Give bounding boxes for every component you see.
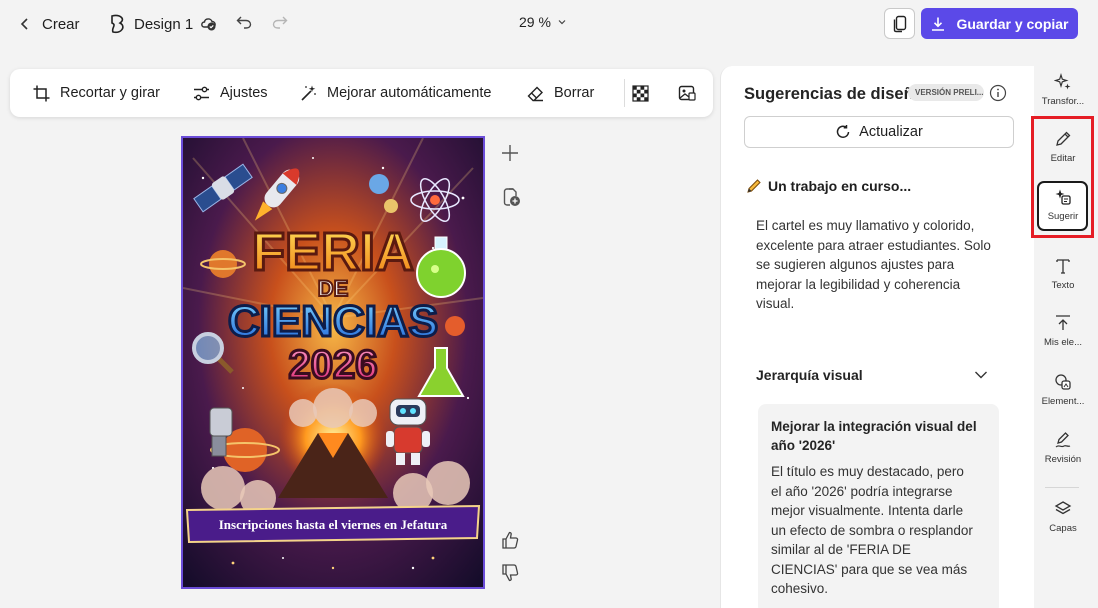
suggestion-description: El cartel es muy llamativo y colorido, e… [756, 218, 991, 311]
background-remove-button[interactable] [631, 69, 650, 117]
rail-text-label: Texto [1051, 280, 1075, 291]
sliders-icon [194, 86, 209, 100]
visual-hierarchy-section[interactable]: Jerarquía visual [756, 367, 996, 387]
suggestion-card[interactable]: Mejorar la integración visual del año '2… [758, 404, 999, 608]
thumbs-down-icon[interactable] [500, 563, 520, 583]
zoom-dropdown[interactable]: 29 % [519, 14, 567, 30]
copy-button[interactable] [884, 8, 915, 39]
erase-label: Borrar [554, 85, 595, 101]
add-page-icon[interactable] [500, 143, 520, 163]
design-suggestions-panel: Sugerencias de diseño VERSIÓN PRELI... A… [720, 66, 1034, 608]
sparkles-icon [1054, 73, 1071, 90]
top-bar: Crear Design 1 29 % Guardar y copiar [0, 0, 1098, 48]
erase-button[interactable]: Borrar [526, 69, 594, 117]
back-button[interactable]: Crear [18, 12, 80, 36]
review-pen-icon [1055, 432, 1071, 448]
suggestion-card-text: El título es muy destacado, pero el año … [771, 464, 973, 596]
image-edit-icon [678, 85, 696, 101]
eraser-icon [527, 86, 543, 101]
crop-rotate-button[interactable]: Recortar y girar [32, 69, 160, 117]
toolbar-divider [624, 79, 625, 107]
rail-review-label: Revisión [1044, 454, 1082, 465]
rail-text[interactable]: Texto [1036, 257, 1090, 291]
chevron-down-icon [558, 20, 566, 25]
text-icon [1056, 259, 1070, 274]
suggestion-card-title: Mejorar la integración visual del año '2… [771, 419, 977, 453]
poster-artwork: FERIA DE CIENCIAS 2026 Inscripciones has… [183, 138, 483, 587]
pencil-status-icon [747, 179, 761, 193]
save-label: Guardar y copiar [956, 15, 1069, 32]
poster-title-ciencias: CIENCIAS [228, 297, 438, 346]
chevron-down-icon[interactable] [973, 367, 989, 383]
auto-enhance-button[interactable]: Mejorar automáticamente [299, 69, 491, 117]
rail-edit[interactable]: Editar [1036, 130, 1090, 164]
update-label: Actualizar [859, 124, 923, 140]
upload-icon [1056, 315, 1070, 330]
redo-icon[interactable] [271, 13, 289, 31]
undo-icon[interactable] [235, 13, 253, 31]
rail-uploads[interactable]: Mis ele... [1036, 314, 1090, 348]
back-label: Crear [42, 15, 80, 33]
download-icon [932, 17, 945, 31]
poster-banner-text: Inscripciones hasta el viernes en Jefatu… [219, 517, 448, 532]
refresh-icon [836, 125, 850, 138]
checkerboard-icon [632, 84, 649, 102]
adjustments-button[interactable]: Ajustes [192, 69, 268, 117]
image-options-button[interactable] [678, 69, 697, 117]
update-button[interactable]: Actualizar [744, 116, 1014, 148]
duplicate-page-icon[interactable] [501, 187, 521, 207]
design-name-label: Design 1 [134, 15, 194, 33]
rail-elements-label: Element... [1041, 396, 1085, 407]
poster-canvas[interactable]: FERIA DE CIENCIAS 2026 Inscripciones has… [181, 136, 485, 589]
rail-review[interactable]: Revisión [1036, 431, 1090, 465]
preview-badge: VERSIÓN PRELI... [908, 84, 984, 101]
rail-uploads-label: Mis ele... [1043, 337, 1082, 348]
design-name[interactable]: Design 1 [108, 11, 193, 37]
panel-title: Sugerencias de diseño [744, 85, 924, 103]
crop-rotate-icon [33, 85, 50, 101]
save-copy-button[interactable]: Guardar y copiar [921, 8, 1078, 39]
rail-edit-label: Editar [1050, 153, 1076, 164]
suggest-sparkle-icon [1055, 189, 1071, 205]
cloud-saved-icon [201, 18, 216, 31]
copy-icon [893, 15, 906, 32]
rail-suggest-label: Sugerir [1047, 211, 1079, 222]
poster-year: 2026 [289, 343, 378, 387]
designer-logo-icon [111, 14, 124, 34]
pencil-icon [1056, 131, 1071, 146]
rail-transform-label: Transfor... [1041, 96, 1085, 107]
poster-title-feria: FERIA [252, 222, 414, 282]
rail-elements[interactable]: Element... [1036, 373, 1090, 407]
shapes-icon [1055, 374, 1071, 390]
rail-layers-label: Capas [1049, 523, 1077, 534]
adjustments-label: Ajustes [220, 85, 268, 101]
layers-icon [1054, 501, 1072, 515]
thumbs-up-icon[interactable] [500, 530, 520, 550]
rail-transform[interactable]: Transfor... [1036, 73, 1090, 107]
status-line: Un trabajo en curso... [746, 178, 911, 194]
auto-enhance-label: Mejorar automáticamente [327, 85, 492, 101]
rail-divider [1045, 487, 1079, 488]
rail-suggest[interactable]: Sugerir [1036, 188, 1090, 222]
info-icon[interactable] [989, 84, 1007, 102]
zoom-value: 29 % [519, 14, 551, 30]
chevron-left-icon [20, 18, 28, 30]
crop-rotate-label: Recortar y girar [60, 85, 160, 101]
image-toolbar: Recortar y girar Ajustes Mejorar automát… [10, 69, 713, 117]
rail-layers[interactable]: Capas [1036, 500, 1090, 534]
status-text: Un trabajo en curso... [768, 178, 912, 194]
magic-wand-icon [301, 85, 316, 101]
